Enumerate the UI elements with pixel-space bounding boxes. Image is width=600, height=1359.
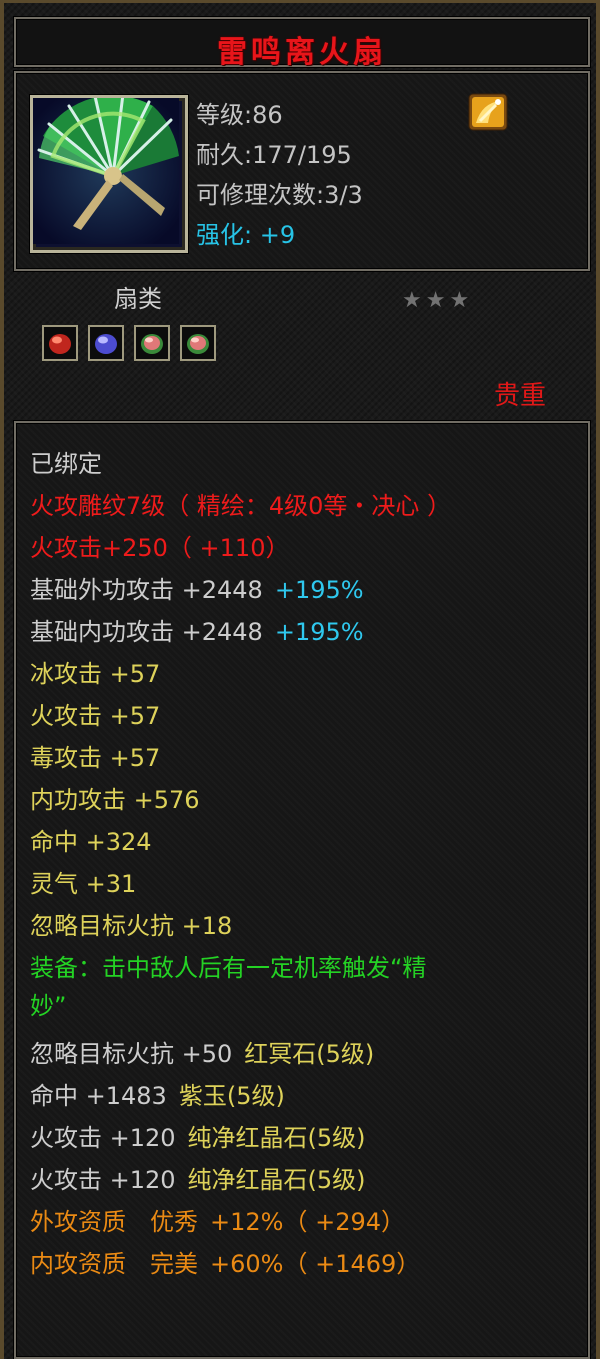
- equip-effect-line2: 妙”: [30, 992, 67, 1020]
- item-durability: 耐久:177/195: [196, 141, 352, 169]
- gem-bonus-4-stat: 火攻击 +120: [30, 1166, 176, 1194]
- internal-quality-grade: 完美: [150, 1250, 198, 1278]
- base-external-attack: 基础外功攻击 +2448 +195%: [30, 575, 364, 605]
- internal-quality-label: 内攻资质: [30, 1250, 126, 1278]
- title-bar: 雷鸣离火扇: [14, 17, 590, 70]
- fire-attack: 火攻击 +57: [30, 702, 161, 730]
- star-rating: ★★★: [402, 288, 474, 313]
- pink-gem-icon[interactable]: [180, 325, 216, 361]
- item-header-panel: 等级:86 耐久:177/195 可修理次数:3/3 强化: +9: [14, 71, 590, 271]
- gem-bonus-3-stat: 火攻击 +120: [30, 1124, 176, 1152]
- external-quality-value: +12%（ +294）: [210, 1208, 405, 1236]
- base-external-attack-pct: +195%: [274, 576, 364, 604]
- item-name: 雷鸣离火扇: [217, 35, 387, 70]
- item-strength: 强化: +9: [196, 215, 295, 250]
- gem-bonus-3: 火攻击 +120 纯净红晶石(5级): [30, 1123, 366, 1153]
- gem-bonus-4: 火攻击 +120 纯净红晶石(5级): [30, 1165, 366, 1195]
- gem-bonus-2-name: 紫玉(5级): [178, 1082, 285, 1110]
- ice-attack: 冰攻击 +57: [30, 660, 161, 688]
- bound-status: 已绑定: [30, 450, 102, 478]
- rarity-label: 贵重: [494, 381, 547, 411]
- internal-quality-value: +60%（ +1469）: [210, 1250, 421, 1278]
- gem-bonus-1-stat: 忽略目标火抗 +50: [30, 1040, 233, 1068]
- purple-gem-icon[interactable]: [88, 325, 124, 361]
- gem-bonus-1-name: 红冥石(5级): [244, 1040, 375, 1068]
- ignore-fire-resist: 忽略目标火抗 +18: [30, 912, 233, 940]
- gem-bonus-3-name: 纯净红晶石(5级): [187, 1124, 366, 1152]
- gem-bonus-1: 忽略目标火抗 +50 红冥石(5级): [30, 1039, 374, 1069]
- spirit: 灵气 +31: [30, 870, 137, 898]
- external-quality-label: 外攻资质: [30, 1208, 126, 1236]
- red-gem-icon[interactable]: [42, 325, 78, 361]
- item-tooltip: 雷鸣离火扇 等级:86 耐久:177/195 可修理次数:3/3 强化: +9 …: [0, 0, 600, 1359]
- gem-bonus-2-stat: 命中 +1483: [30, 1082, 167, 1110]
- item-repair-count: 可修理次数:3/3: [196, 181, 363, 209]
- external-quality: 外攻资质 优秀 +12%（ +294）: [30, 1207, 405, 1237]
- item-level: 等级:86: [196, 101, 283, 129]
- strength-value: +9: [259, 221, 296, 249]
- fan-icon[interactable]: [30, 95, 188, 253]
- equip-effect-line1: 装备：击中敌人后有一定机率触发“精: [30, 954, 427, 982]
- strength-label: 强化:: [196, 221, 253, 249]
- base-internal-attack-pct: +195%: [274, 618, 364, 646]
- internal-attack: 内功攻击 +576: [30, 786, 200, 814]
- gem-bonus-2: 命中 +1483 紫玉(5级): [30, 1081, 285, 1111]
- fire-attack-bonus: 火攻击+250（ +110）: [30, 534, 290, 562]
- engrave-line: 火攻雕纹7级（ 精绘：4级0等・决心 ）: [30, 492, 452, 520]
- base-internal-attack-value: 基础内功攻击 +2448: [30, 618, 263, 646]
- external-quality-grade: 优秀: [150, 1208, 198, 1236]
- pink-gem-icon[interactable]: [134, 325, 170, 361]
- gem-bonus-4-name: 纯净红晶石(5级): [187, 1166, 366, 1194]
- base-external-attack-value: 基础外功攻击 +2448: [30, 576, 263, 604]
- base-internal-attack: 基础内功攻击 +2448 +195%: [30, 617, 364, 647]
- internal-quality: 内攻资质 完美 +60%（ +1469）: [30, 1249, 420, 1279]
- poison-attack: 毒攻击 +57: [30, 744, 161, 772]
- hit-rating: 命中 +324: [30, 828, 152, 856]
- item-category: 扇类: [114, 285, 162, 313]
- special-badge-icon: [468, 93, 508, 131]
